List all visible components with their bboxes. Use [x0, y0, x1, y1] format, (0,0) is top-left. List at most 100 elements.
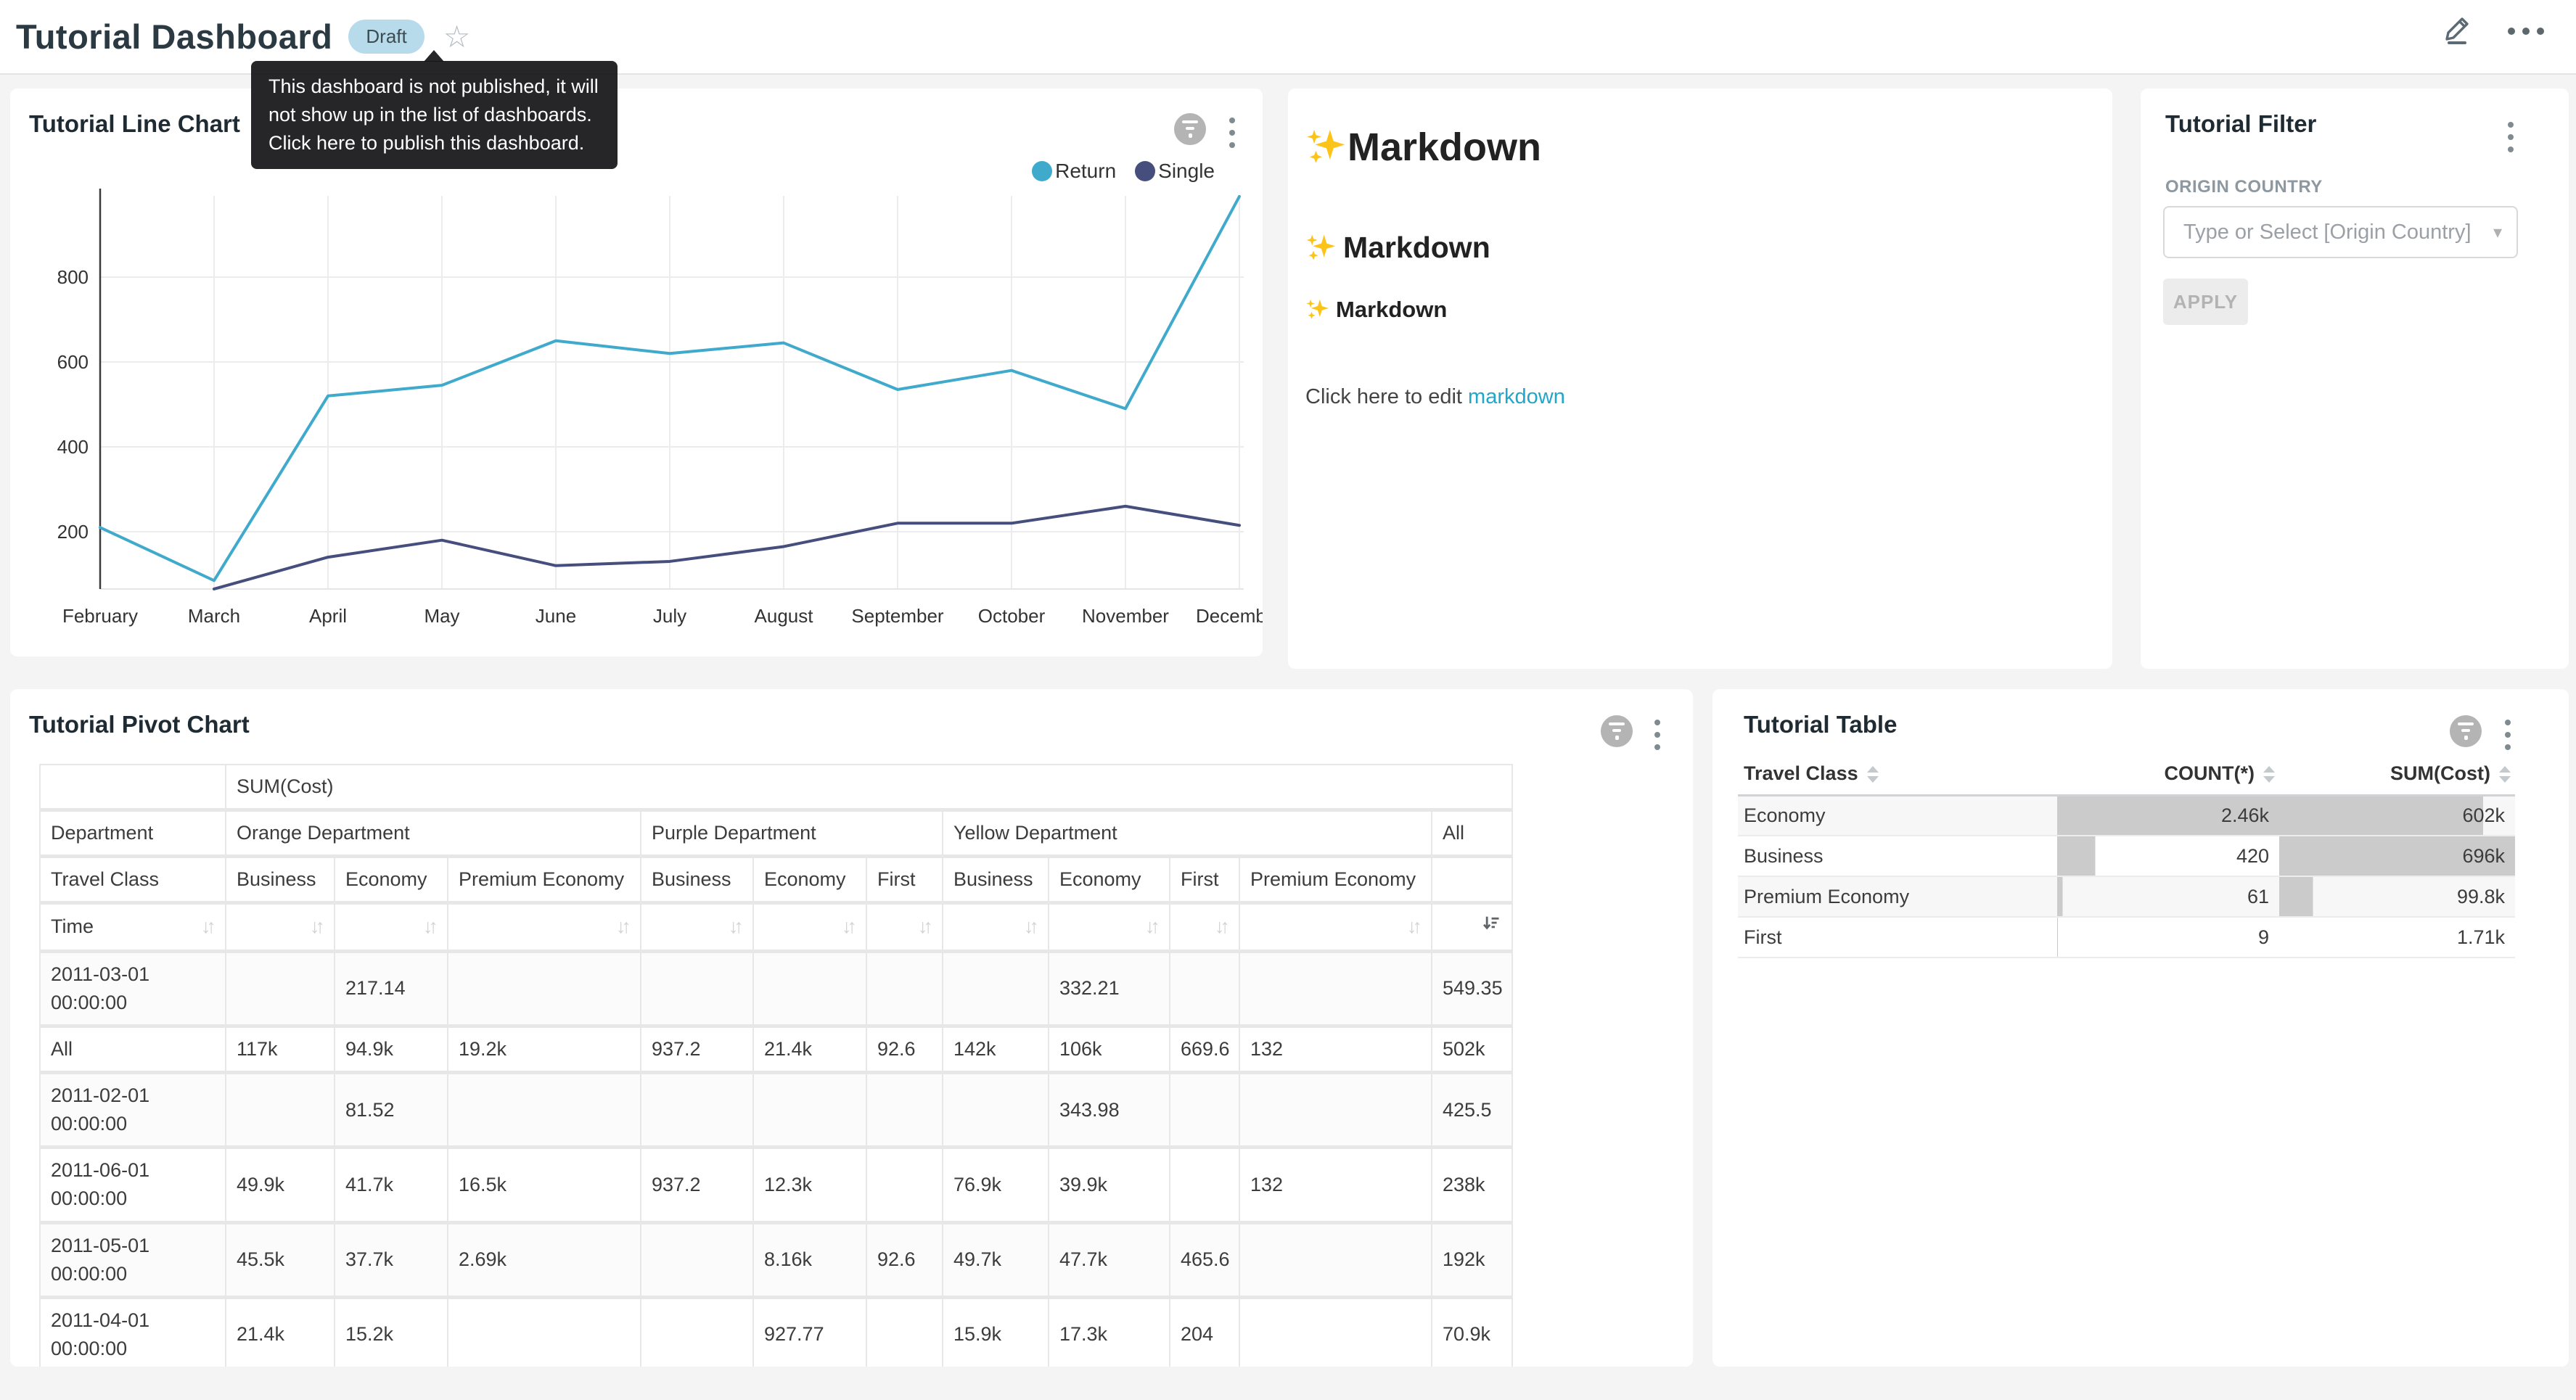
sum-cell: 696k	[2279, 836, 2515, 876]
pivot-value-cell	[641, 1222, 753, 1297]
pivot-dept-group: Purple Department	[641, 810, 943, 857]
chart-kebab-menu-icon[interactable]	[2498, 717, 2518, 753]
pivot-value-cell: 45.5k	[226, 1222, 335, 1297]
pivot-value-cell: 465.6	[1170, 1222, 1239, 1297]
markdown-card[interactable]: Markdown Markdown Markdown Click here to…	[1288, 88, 2112, 669]
pivot-value-cell	[866, 1072, 943, 1147]
sort-icon[interactable]: ↓↑	[1145, 913, 1159, 941]
filter-card: Tutorial Filter ORIGIN COUNTRY Type or S…	[2141, 88, 2569, 669]
pivot-value-cell: 425.5	[1432, 1072, 1512, 1147]
pivot-value-cell: 927.77	[753, 1297, 866, 1367]
pivot-dept-group: All	[1432, 810, 1512, 857]
pivot-class-cell: Economy	[1049, 857, 1170, 903]
pivot-value-cell: 92.6	[866, 1026, 943, 1072]
x-axis-label: March	[188, 605, 240, 627]
sort-icon[interactable]: ↓↑	[310, 913, 324, 941]
markdown-paragraph: Click here to edit markdown	[1305, 385, 2095, 409]
origin-country-select[interactable]: Type or Select [Origin Country] ▾	[2163, 206, 2518, 258]
pivot-sort-cell: ↓↑	[641, 903, 753, 951]
sort-icon[interactable]: ↓↑	[1215, 913, 1228, 941]
pivot-value-cell	[1239, 1297, 1432, 1367]
pivot-class-cell: Premium Economy	[448, 857, 641, 903]
sort-icon[interactable]: ↓↑	[918, 913, 932, 941]
sort-icon[interactable]: ↓↑	[1024, 913, 1038, 941]
pivot-row-label: 2011-03-01 00:00:00	[40, 951, 226, 1026]
pivot-chart-card: Tutorial Pivot Chart SUM(Cost)Department…	[10, 689, 1693, 1367]
filter-indicator-icon[interactable]	[1601, 715, 1633, 747]
favorite-star-icon[interactable]: ☆	[443, 22, 471, 52]
pivot-value-cell	[448, 1072, 641, 1147]
pivot-value-cell: 332.21	[1049, 951, 1170, 1026]
filter-indicator-icon[interactable]	[2450, 715, 2482, 747]
column-header-sum-cost-[interactable]: SUM(Cost)	[2279, 753, 2515, 795]
x-axis-label: June	[536, 605, 576, 627]
count-cell: 61	[2057, 876, 2279, 917]
pivot-value-cell: 937.2	[641, 1026, 753, 1072]
table-card: Tutorial Table Travel ClassCOUNT(*)SUM(C…	[1712, 689, 2569, 1367]
table-row: First91.71k	[1738, 917, 2515, 958]
pivot-value-cell: 92.6	[866, 1222, 943, 1297]
pivot-value-cell: 19.2k	[448, 1026, 641, 1072]
pivot-value-cell: 238k	[1432, 1148, 1512, 1222]
pivot-chart-title: Tutorial Pivot Chart	[29, 711, 250, 738]
column-header-travel-class[interactable]: Travel Class	[1738, 753, 2057, 795]
chart-kebab-menu-icon[interactable]	[1647, 717, 1668, 753]
x-axis-label: August	[755, 605, 814, 627]
x-axis-label: October	[978, 605, 1046, 627]
pivot-row: 2011-04-01 00:00:0021.4k15.2k927.7715.9k…	[40, 1297, 1512, 1367]
markdown-h2: Markdown	[1305, 231, 2095, 265]
tooltip-line: Click here to publish this dashboard.	[268, 129, 600, 157]
sort-icon[interactable]: ↓↑	[1407, 913, 1421, 941]
select-placeholder: Type or Select [Origin Country]	[2183, 221, 2493, 244]
edit-pencil-icon[interactable]	[2440, 12, 2474, 50]
sort-icon[interactable]: ↓↑	[423, 913, 437, 941]
pivot-value-cell: 47.7k	[1049, 1222, 1170, 1297]
sort-icon[interactable]: ↓↑	[842, 913, 856, 941]
sparkles-icon	[1305, 232, 1337, 264]
more-options-icon[interactable]	[2506, 20, 2546, 42]
pivot-row-label: 2011-04-01 00:00:00	[40, 1297, 226, 1367]
series-line-single	[214, 506, 1239, 589]
apply-button[interactable]: APPLY	[2163, 279, 2248, 325]
markdown-h1: Markdown	[1305, 125, 2095, 170]
pivot-sort-cell: ↓↑	[1239, 903, 1432, 951]
column-header-count-[interactable]: COUNT(*)	[2057, 753, 2279, 795]
travel-class-cell: First	[1738, 917, 2057, 958]
x-axis-label: May	[424, 605, 459, 627]
tutorial-table: Travel ClassCOUNT(*)SUM(Cost)Economy2.46…	[1738, 753, 2515, 958]
pivot-sort-cell: ↓↑	[943, 903, 1049, 951]
pivot-value-cell	[1170, 951, 1239, 1026]
pivot-value-cell	[943, 1072, 1049, 1147]
pivot-value-cell	[1170, 1072, 1239, 1147]
y-axis-label: 800	[57, 266, 89, 288]
sort-icon[interactable]: ↓↑	[729, 913, 742, 941]
pivot-class-cell: Economy	[753, 857, 866, 903]
pivot-value-cell	[226, 951, 335, 1026]
pivot-metric-header: SUM(Cost)	[226, 765, 1512, 810]
pivot-sort-cell: ↓↑	[335, 903, 448, 951]
pivot-value-cell: 39.9k	[1049, 1148, 1170, 1222]
travel-class-cell: Economy	[1738, 795, 2057, 836]
pivot-row-label: 2011-06-01 00:00:00	[40, 1148, 226, 1222]
draft-badge[interactable]: Draft	[348, 20, 424, 54]
tooltip-line: This dashboard is not published, it will	[268, 73, 600, 101]
pivot-value-cell	[866, 1148, 943, 1222]
pivot-value-cell	[1239, 951, 1432, 1026]
pivot-value-cell	[1170, 1148, 1239, 1222]
pivot-value-cell	[1239, 1222, 1432, 1297]
pivot-class-cell: Premium Economy	[1239, 857, 1432, 903]
sort-icon[interactable]: ↓↑	[616, 913, 630, 941]
pivot-dept-group: Yellow Department	[943, 810, 1432, 857]
sort-desc-icon[interactable]	[1481, 913, 1501, 942]
markdown-edit-link[interactable]: markdown	[1468, 385, 1565, 408]
pivot-dept-group: Orange Department	[226, 810, 641, 857]
pivot-value-cell	[226, 1072, 335, 1147]
pivot-table: SUM(Cost)DepartmentOrange DepartmentPurp…	[39, 764, 1513, 1367]
pivot-row-label: 2011-05-01 00:00:00	[40, 1222, 226, 1297]
sort-icon[interactable]: ↓↑	[201, 913, 215, 941]
pivot-sort-cell: ↓↑	[1170, 903, 1239, 951]
pivot-row-label: All	[40, 1026, 226, 1072]
sparkles-icon	[1305, 297, 1330, 322]
sort-carets-icon	[2499, 766, 2511, 783]
filter-kebab-menu-icon[interactable]	[2501, 119, 2521, 155]
